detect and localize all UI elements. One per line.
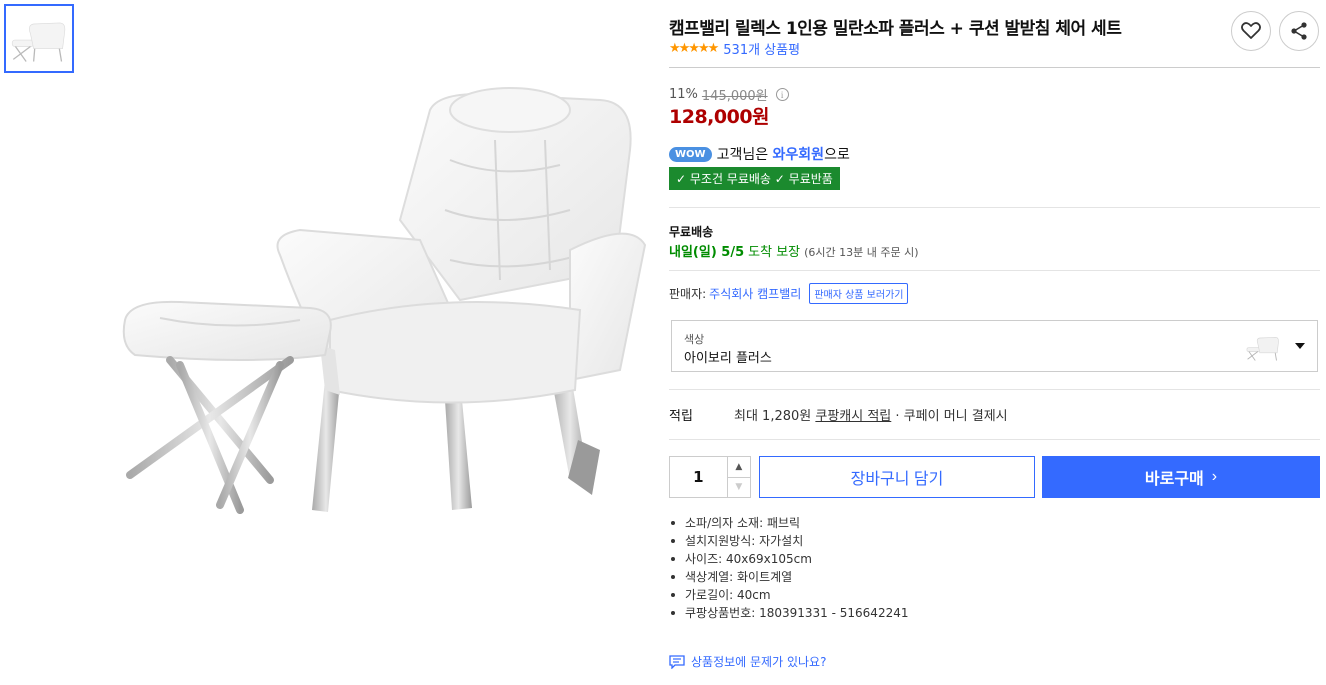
- shipping-title: 무료배송: [669, 225, 714, 239]
- heart-icon: [1241, 22, 1261, 39]
- seller-row: 판매자: 주식회사 캠프밸리 판매자 상품 보러가기: [669, 283, 909, 304]
- seller-name-link[interactable]: 주식회사 캠프밸리: [709, 285, 801, 302]
- wow-member-link[interactable]: 와우회원: [773, 144, 825, 164]
- wow-text-after: 으로: [824, 147, 850, 163]
- spec-item: 소파/의자 소재: 패브릭: [669, 514, 908, 532]
- buy-now-label: 바로구매: [1144, 471, 1204, 488]
- report-issue-link[interactable]: 상품정보에 문제가 있나요?: [669, 653, 826, 670]
- option-thumbnail-icon: [1246, 337, 1279, 361]
- spec-item: 색상계열: 화이트계열: [669, 568, 908, 586]
- wow-text-before: 고객님은: [716, 147, 773, 163]
- points-text-before: 최대 1,280원: [734, 409, 816, 424]
- product-title: 캠프밸리 릴렉스 1인용 밀란소파 플러스 + 쿠션 발받침 체어 세트: [669, 19, 1122, 39]
- share-button[interactable]: [1279, 11, 1319, 51]
- review-count-link[interactable]: 531개 상품평: [723, 39, 800, 58]
- coupang-cash-link[interactable]: 쿠팡캐시 적립: [815, 405, 891, 424]
- delivery-date-row: 내일(일) 5/5 도착 보장 (6시간 13분 내 주문 시): [669, 241, 919, 260]
- option-label: 색상: [684, 333, 705, 346]
- points-label: 적립: [669, 409, 693, 424]
- delivery-condition: (6시간 13분 내 주문 시): [804, 246, 919, 259]
- spec-item: 설치지원방식: 자가설치: [669, 532, 908, 550]
- quantity-decrease-button[interactable]: ▼: [727, 476, 750, 498]
- lounge-chair-with-ottoman-icon: [122, 87, 647, 514]
- chevron-down-icon: ▼: [735, 482, 743, 493]
- free-shipping-return-badge: ✓ 무조건 무료배송 ✓ 무료반품: [669, 167, 840, 190]
- comment-icon: [669, 654, 685, 669]
- product-specs-list: 소파/의자 소재: 패브릭 설치지원방식: 자가설치 사이즈: 40x69x10…: [669, 514, 908, 622]
- delivery-date: 내일(일) 5/5: [669, 245, 745, 260]
- share-icon: [1291, 22, 1307, 40]
- add-to-cart-button[interactable]: 장바구니 담기: [759, 456, 1035, 498]
- chair-thumbnail-icon: [11, 22, 66, 62]
- divider: [669, 67, 1320, 68]
- color-option-select[interactable]: 색상 아이보리 플러스: [671, 320, 1318, 372]
- option-value: 아이보리 플러스: [684, 351, 772, 366]
- quantity-stepper[interactable]: 1 ▲ ▼: [669, 456, 751, 498]
- gallery-thumbnail[interactable]: [4, 4, 74, 73]
- seller-label: 판매자:: [669, 287, 707, 301]
- divider: [669, 270, 1320, 271]
- seller-products-button[interactable]: 판매자 상품 보러가기: [809, 283, 909, 304]
- rating-stars: ★★★★★: [669, 41, 719, 56]
- info-icon[interactable]: i: [775, 88, 789, 101]
- report-issue-label: 상품정보에 문제가 있나요?: [691, 655, 827, 669]
- divider: [669, 389, 1320, 390]
- delivery-guarantee: 도착 보장: [748, 245, 801, 260]
- product-info-panel: 캠프밸리 릴렉스 1인용 밀란소파 플러스 + 쿠션 발받침 체어 세트 ★★★…: [669, 0, 1320, 685]
- divider: [669, 439, 1320, 440]
- chevron-up-icon: ▲: [735, 461, 743, 472]
- wishlist-button[interactable]: [1231, 11, 1271, 51]
- wow-membership-row: WOW 고객님은 와우회원 으로: [669, 144, 850, 164]
- points-text-after: · 쿠페이 머니 결제시: [891, 409, 1008, 424]
- discount-rate: 11%: [669, 87, 698, 102]
- spec-item: 사이즈: 40x69x105cm: [669, 550, 908, 568]
- sale-price: 128,000원: [669, 106, 770, 128]
- buy-now-button[interactable]: 바로구매 ›: [1042, 456, 1320, 498]
- chevron-down-icon: [1295, 343, 1305, 349]
- chevron-right-icon: ›: [1211, 468, 1218, 485]
- product-main-image: [100, 70, 660, 530]
- points-row: 적립 최대 1,280원 쿠팡캐시 적립 · 쿠페이 머니 결제시: [669, 405, 1008, 424]
- quantity-increase-button[interactable]: ▲: [728, 457, 750, 477]
- spec-item: 가로길이: 40cm: [669, 586, 908, 604]
- rating-row[interactable]: ★★★★★ 531개 상품평: [669, 39, 800, 58]
- divider: [669, 207, 1320, 208]
- spec-item: 쿠팡상품번호: 180391331 - 516642241: [669, 604, 908, 622]
- quantity-input[interactable]: 1: [670, 457, 727, 497]
- wow-badge: WOW: [669, 146, 712, 162]
